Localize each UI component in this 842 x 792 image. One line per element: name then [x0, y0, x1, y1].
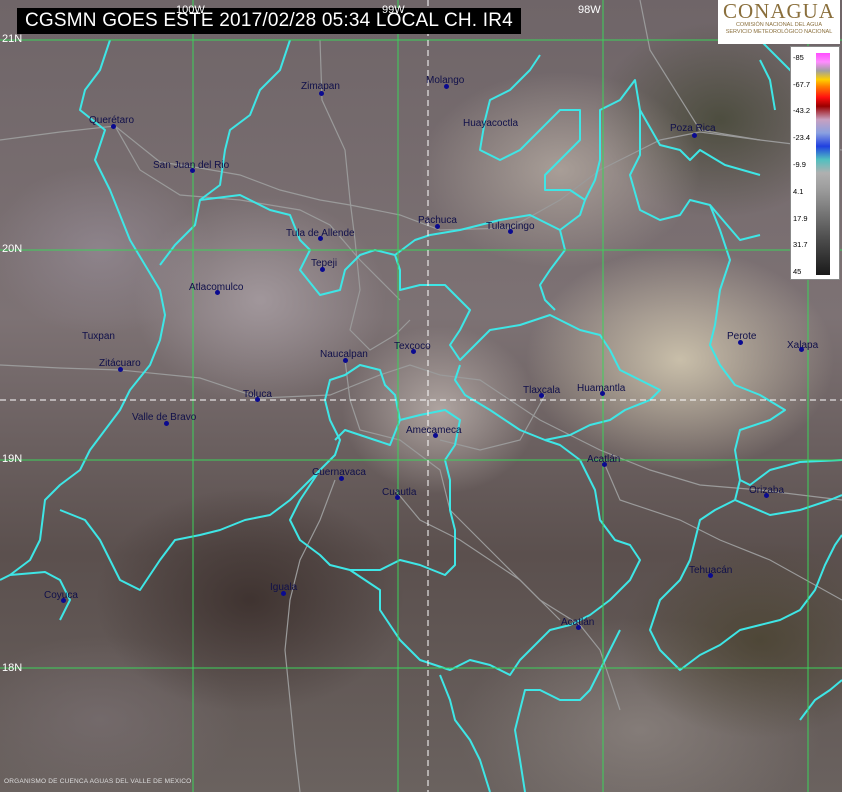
city-marker [395, 495, 400, 500]
city-marker [411, 349, 416, 354]
state-boundary [759, 59, 776, 111]
legend-tick: -23.4 [793, 133, 811, 142]
legend-tick: -43.2 [793, 106, 811, 115]
logo-line-2: SERVICIO METEOROLÓGICO NACIONAL [725, 29, 833, 35]
city-marker [319, 91, 324, 96]
city-marker [738, 340, 743, 345]
city-marker [190, 168, 195, 173]
legend-tick: -67.7 [793, 80, 811, 89]
state-boundary [799, 679, 842, 721]
legend-tick: 4.1 [793, 187, 804, 196]
state-boundary [479, 54, 586, 231]
state-boundary [0, 39, 166, 581]
lon-label-98w: 98W [578, 4, 601, 16]
city-marker [576, 625, 581, 630]
road [604, 464, 842, 601]
city-marker [281, 591, 286, 596]
state-boundary [159, 39, 291, 266]
state-boundary [739, 459, 842, 486]
city-marker [602, 462, 607, 467]
state-boundary [199, 194, 661, 441]
city-marker [61, 598, 66, 603]
state-boundary [59, 469, 321, 591]
state-boundaries [0, 29, 842, 792]
city-label: Tuxpan [82, 331, 115, 342]
legend-tick: 17.9 [793, 214, 808, 223]
road [114, 125, 401, 301]
city-marker [692, 133, 697, 138]
lat-label-19n: 19N [2, 453, 23, 465]
logo-line-1: COMISIÓN NACIONAL DEL AGUA [735, 22, 823, 28]
lon-label-100w: 100W [176, 4, 205, 16]
city-marker [444, 84, 449, 89]
lat-label-20n: 20N [2, 243, 23, 255]
city-marker [600, 391, 605, 396]
conagua-logo: CONAGUA COMISIÓN NACIONAL DEL AGUA SERVI… [718, 0, 840, 44]
legend-tick: -9.9 [793, 160, 806, 169]
legend-color-bar [816, 53, 830, 275]
city-label: Huayacoctla [463, 118, 519, 129]
city-marker [320, 267, 325, 272]
city-marker [539, 393, 544, 398]
lat-label-21n: 21N [2, 33, 23, 45]
legend-tick: 31.7 [793, 240, 808, 249]
city-marker [435, 224, 440, 229]
city-marker [799, 347, 804, 352]
road [394, 489, 561, 621]
footer-credit: ORGANISMO DE CUENCA AGUAS DEL VALLE DE M… [4, 778, 192, 785]
city-marker [339, 476, 344, 481]
image-title: CGSMN GOES ESTE 2017/02/28 05:34 LOCAL C… [17, 8, 521, 34]
city-marker [255, 397, 260, 402]
state-boundary [584, 79, 761, 201]
city-marker [215, 290, 220, 295]
city-marker [508, 229, 513, 234]
lon-label-99w: 99W [382, 4, 405, 16]
legend-tick: 45 [793, 267, 802, 276]
city-marker [118, 367, 123, 372]
lat-label-18n: 18N [2, 662, 23, 674]
city-marker [318, 236, 323, 241]
state-boundary [439, 674, 491, 792]
road [344, 359, 621, 711]
state-boundary [514, 629, 621, 792]
logo-name: CONAGUA [723, 0, 835, 23]
city-marker [343, 358, 348, 363]
city-marker [708, 573, 713, 578]
city-marker [433, 433, 438, 438]
city-marker [164, 421, 169, 426]
state-boundary [289, 364, 641, 676]
legend-tick: -85 [793, 53, 804, 62]
city-marker [111, 124, 116, 129]
temperature-legend: -85 -67.7 -43.2 -23.4 -9.9 4.1 17.9 31.7… [790, 46, 840, 280]
satellite-map[interactable]: CGSMN GOES ESTE 2017/02/28 05:34 LOCAL C… [0, 0, 842, 792]
city-marker [764, 493, 769, 498]
